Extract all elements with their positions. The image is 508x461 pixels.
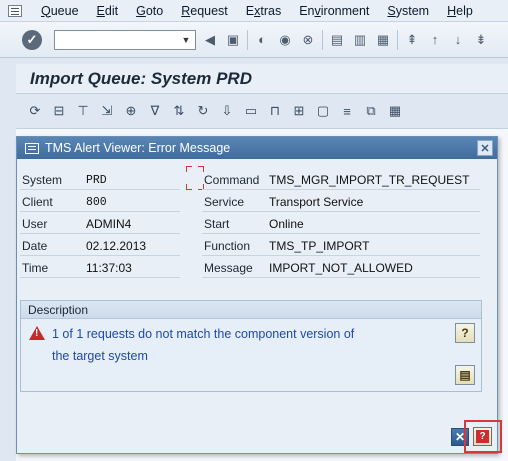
- help-question-icon[interactable]: ?: [455, 323, 475, 343]
- first-page-icon[interactable]: ⇞: [403, 31, 421, 49]
- description-line-1: 1 of 1 requests do not match the compone…: [52, 327, 355, 341]
- help-button[interactable]: ?: [473, 427, 492, 446]
- help-button-highlight: ?: [464, 420, 502, 453]
- menu-goto[interactable]: Goto: [127, 4, 172, 18]
- menu-queue[interactable]: Queue: [32, 4, 88, 18]
- last-page-icon[interactable]: ⇟: [472, 31, 490, 49]
- description-heading: Description: [21, 301, 481, 319]
- dialog-title-bar: TMS Alert Viewer: Error Message ✕: [17, 137, 497, 159]
- import-icon[interactable]: ⇩: [218, 102, 236, 120]
- system-menu-icon[interactable]: [8, 4, 22, 17]
- divider: [20, 189, 180, 190]
- client-label: Client: [22, 195, 53, 209]
- back-icon[interactable]: ◐: [253, 31, 271, 49]
- toolbar-separator: [247, 29, 248, 50]
- refresh-icon[interactable]: ⟳: [26, 102, 44, 120]
- previous-page-icon[interactable]: ↑: [426, 31, 444, 49]
- command-field[interactable]: ▼: [54, 29, 196, 50]
- system-value: PRD: [86, 174, 107, 187]
- divider: [202, 211, 480, 212]
- command-input[interactable]: [55, 30, 175, 49]
- dialog-title: TMS Alert Viewer: Error Message: [45, 141, 231, 155]
- help-icon: ?: [476, 430, 489, 443]
- select-icon[interactable]: ⇲: [98, 102, 116, 120]
- truck-icon[interactable]: ⊞: [290, 102, 308, 120]
- collapse-left-icon[interactable]: ◀: [201, 31, 219, 49]
- lock-icon[interactable]: ⊓: [266, 102, 284, 120]
- menu-help[interactable]: Help: [438, 4, 482, 18]
- menu-environment[interactable]: Environment: [290, 4, 378, 18]
- divider: [20, 233, 180, 234]
- copy-icon[interactable]: ⧉: [362, 102, 380, 120]
- set-filter-icon[interactable]: ∇: [146, 102, 164, 120]
- chevron-down-icon[interactable]: ▼: [179, 33, 193, 47]
- request-icon[interactable]: ▭: [242, 102, 260, 120]
- time-value: 11:37:03: [86, 261, 132, 275]
- menu-edit[interactable]: Edit: [88, 4, 128, 18]
- date-label: Date: [22, 239, 48, 253]
- next-page-icon[interactable]: ↓: [449, 31, 467, 49]
- time-label: Time: [22, 261, 49, 275]
- refresh-queue-icon[interactable]: ↻: [194, 102, 212, 120]
- start-label: Start: [204, 217, 230, 231]
- client-value: 800: [86, 196, 107, 209]
- service-label: Service: [204, 195, 245, 209]
- find-next-icon[interactable]: ▦: [374, 31, 392, 49]
- menu-extras[interactable]: Extras: [237, 4, 290, 18]
- filter-icon[interactable]: ⊤: [74, 102, 92, 120]
- dialog-close-button[interactable]: ✕: [477, 140, 493, 156]
- date-value: 02.12.2013: [86, 239, 147, 253]
- save-icon[interactable]: ▣: [224, 31, 242, 49]
- focus-indicator: [186, 166, 204, 190]
- divider: [202, 189, 480, 190]
- cancel-icon[interactable]: ⊗: [299, 31, 317, 49]
- divider: [202, 277, 480, 278]
- user-value: ADMIN4: [86, 217, 132, 231]
- divider: [202, 255, 480, 256]
- user-label: User: [22, 217, 48, 231]
- divider: [202, 233, 480, 234]
- monitor-icon[interactable]: ▢: [314, 102, 332, 120]
- system-label: System: [22, 173, 63, 187]
- details-icon[interactable]: ▦: [386, 102, 404, 120]
- exit-icon[interactable]: ◉: [276, 31, 294, 49]
- toolbar-separator: [397, 29, 398, 50]
- divider: [20, 277, 180, 278]
- toolbar-separator: [322, 29, 323, 50]
- application-toolbar: ⟳ ⊟ ⊤ ⇲ ⊕ ∇ ⇅ ↻ ⇩ ▭ ⊓ ⊞ ▢ ≡ ⧉ ▦: [16, 98, 508, 124]
- enter-icon[interactable]: ✓: [22, 29, 42, 50]
- command-label: Command: [204, 173, 260, 187]
- message-value: IMPORT_NOT_ALLOWED: [269, 261, 413, 275]
- description-panel: Description 1 of 1 requests do not match…: [20, 300, 482, 392]
- menu-request[interactable]: Request: [172, 4, 237, 18]
- menu-system[interactable]: System: [378, 4, 438, 18]
- function-value: TMS_TP_IMPORT: [269, 239, 370, 253]
- message-label: Message: [204, 261, 253, 275]
- start-value: Online: [269, 217, 304, 231]
- zoom-icon[interactable]: ⊕: [122, 102, 140, 120]
- page-title: Import Queue: System PRD: [30, 68, 252, 88]
- service-value: Transport Service: [269, 195, 364, 209]
- divider: [20, 255, 180, 256]
- function-label: Function: [204, 239, 251, 253]
- standard-toolbar: ✓ ▼ ◀ ▣ ◐ ◉ ⊗ ▤ ▥ ▦ ⇞ ↑ ↓ ⇟: [0, 22, 508, 58]
- sort-icon[interactable]: ⇅: [170, 102, 188, 120]
- menu-bar: Queue Edit Goto Request Extras Environme…: [0, 0, 508, 22]
- error-triangle-icon: [29, 326, 45, 340]
- divider: [20, 211, 180, 212]
- description-line-2: the target system: [52, 349, 148, 363]
- log-icon[interactable]: ≡: [338, 102, 356, 120]
- page-title-bar: Import Queue: System PRD: [16, 64, 508, 94]
- long-text-icon[interactable]: ▤: [455, 365, 475, 385]
- find-icon[interactable]: ▥: [351, 31, 369, 49]
- print-icon[interactable]: ▤: [328, 31, 346, 49]
- print-list-icon[interactable]: ⊟: [50, 102, 68, 120]
- command-value: TMS_MGR_IMPORT_TR_REQUEST: [269, 173, 470, 187]
- window-icon: [25, 142, 39, 154]
